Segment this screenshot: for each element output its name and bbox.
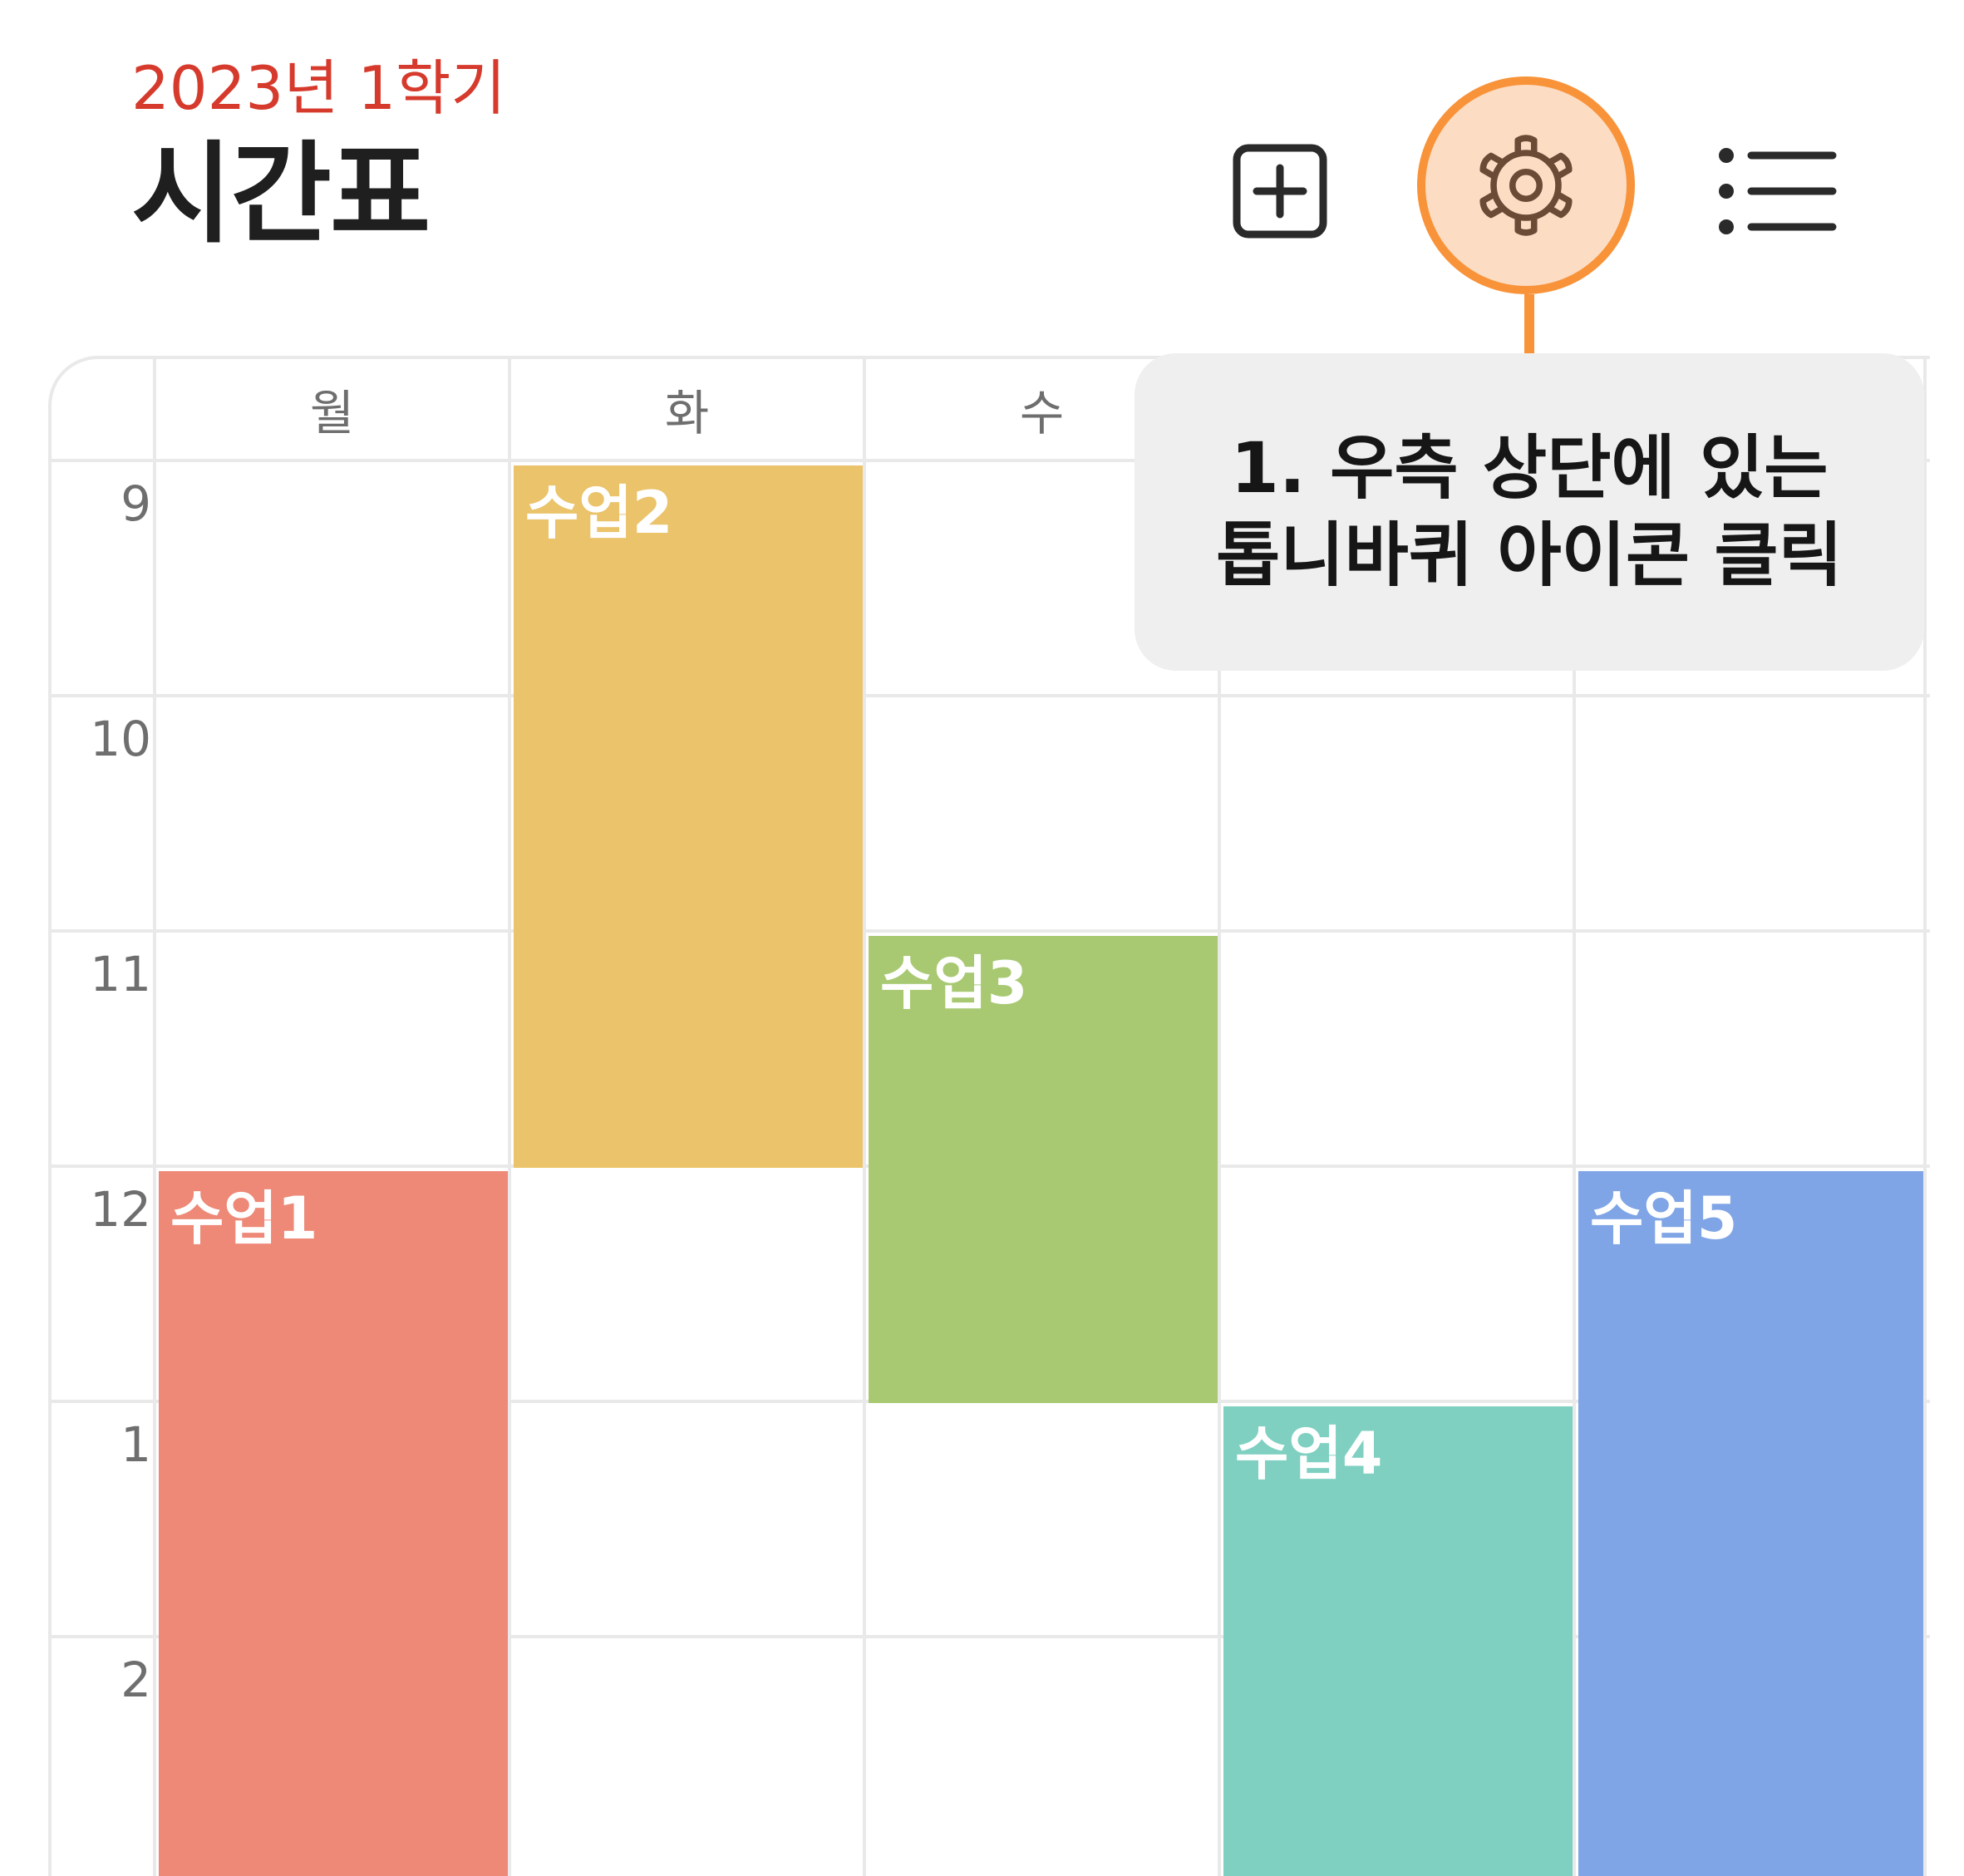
settings-button[interactable] [1417,76,1635,294]
class-name: 수업1 [170,1184,318,1253]
add-button[interactable] [1222,133,1338,249]
list-icon [1719,148,1837,234]
hour-label: 1 [121,1416,151,1473]
class-block-5[interactable]: 수업5 [1578,1171,1923,1876]
hour-label: 9 [121,475,151,532]
class-name: 수업5 [1590,1184,1738,1253]
hour-label: 11 [90,946,151,1002]
day-header-tue: 화 [664,385,710,441]
instruction-callout: 1. 우측 상단에 있는 톱니바퀴 아이콘 클릭 [1135,353,1924,671]
grid-line [863,359,866,1876]
grid-line [52,694,1930,697]
class-block-1[interactable]: 수업1 [159,1171,508,1876]
class-block-2[interactable]: 수업2 [514,465,863,1168]
gear-icon [1479,135,1573,236]
class-block-4[interactable]: 수업4 [1223,1406,1573,1876]
grid-line [52,929,1930,933]
grid-line [153,359,156,1876]
class-name: 수업3 [880,949,1028,1017]
page-title: 시간표 [131,130,431,259]
hour-label: 2 [121,1652,151,1708]
callout-line-1: 1. 우측 상단에 있는 [1230,427,1829,509]
plus-square-icon [1233,144,1327,239]
hour-label: 10 [90,711,151,767]
class-name: 수업4 [1235,1420,1383,1488]
day-header-mon: 월 [309,385,355,441]
class-block-3[interactable]: 수업3 [869,936,1218,1403]
grid-line [508,359,511,1876]
list-button[interactable] [1712,133,1845,249]
hour-label: 12 [90,1181,151,1238]
callout-connector [1524,294,1534,356]
callout-line-2: 톱니바퀴 아이콘 클릭 [1215,515,1843,596]
semester-subtitle: 2023년 1학기 [131,53,506,123]
class-name: 수업2 [525,479,673,547]
